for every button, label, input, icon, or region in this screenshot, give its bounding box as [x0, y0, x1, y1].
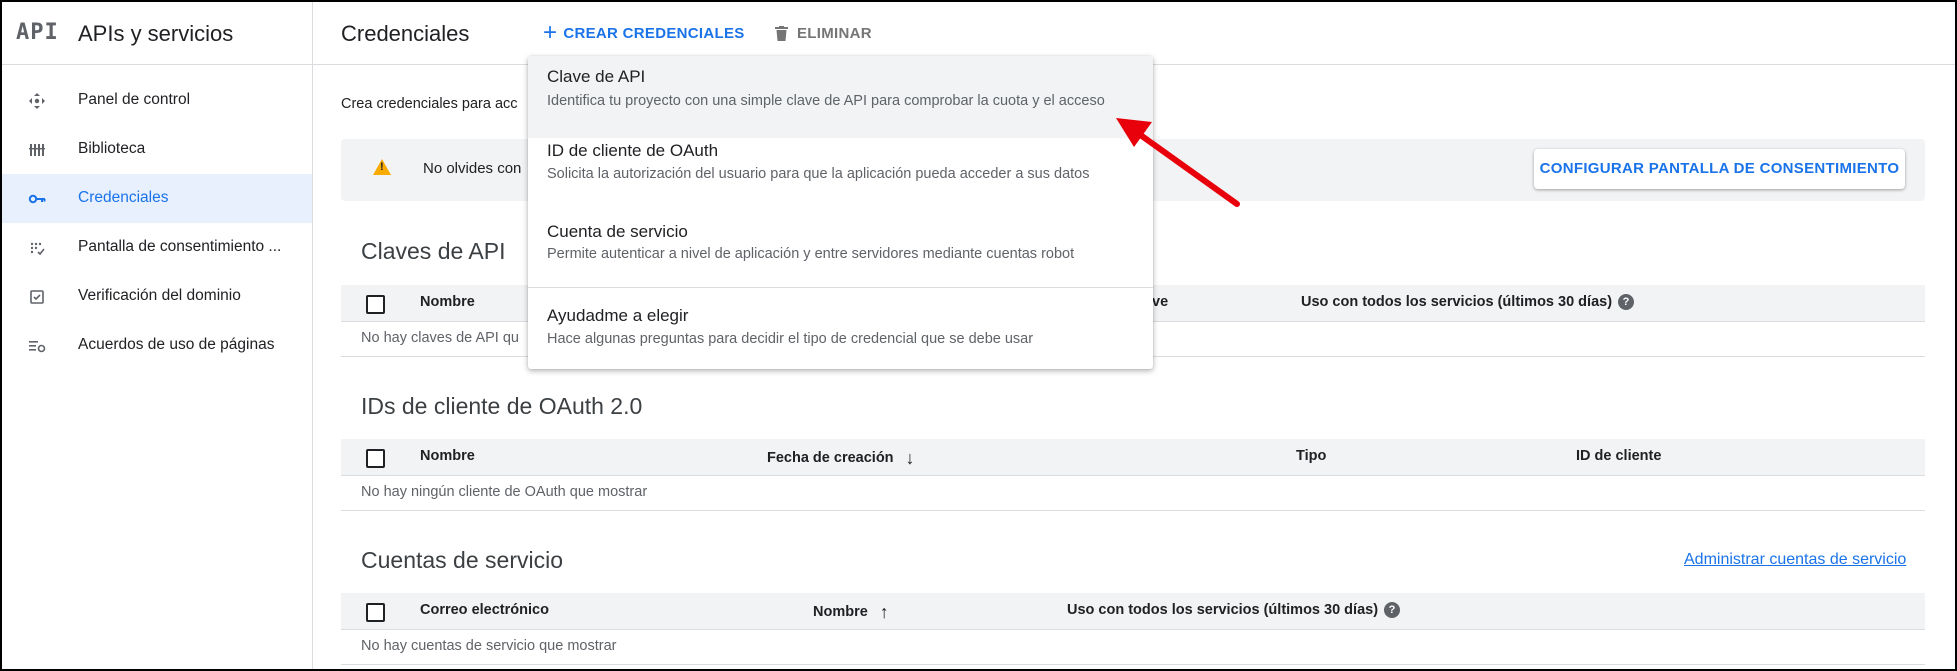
select-all-checkbox[interactable]: [366, 449, 385, 468]
empty-message: No hay claves de API qu: [361, 330, 519, 346]
select-all-checkbox[interactable]: [366, 295, 385, 314]
sidebar-item-biblioteca[interactable]: Biblioteca: [2, 125, 312, 174]
menu-item-api-key[interactable]: Clave de API Identifica tu proyecto con …: [528, 56, 1153, 138]
delete-button[interactable]: ELIMINAR: [775, 16, 872, 50]
page-title: Credenciales: [341, 21, 470, 46]
menu-item-help-me-choose[interactable]: Ayudadme a elegir Hace algunas preguntas…: [528, 297, 1153, 361]
column-header[interactable]: Nombre: [420, 448, 475, 464]
sidebar-item-verificacion-dominio[interactable]: Verificación del dominio: [2, 272, 312, 321]
arrow-up-icon: ↑: [879, 602, 889, 622]
create-credentials-menu: Clave de API Identifica tu proyecto con …: [528, 56, 1153, 369]
annotation-arrow: [1116, 118, 1240, 207]
sidebar-item-label: Verificación del dominio: [78, 287, 241, 304]
sidebar-item-pantalla-consentimiento[interactable]: Pantalla de consentimiento ...: [2, 223, 312, 272]
empty-message: No hay cuentas de servicio que mostrar: [361, 638, 617, 654]
library-icon: [28, 141, 46, 159]
empty-row: No hay cuentas de servicio que mostrar: [341, 629, 1925, 665]
create-credentials-label: CREAR CREDENCIALES: [563, 24, 745, 42]
sidebar-item-label: Panel de control: [78, 91, 191, 108]
help-icon[interactable]: ?: [1618, 294, 1635, 310]
api-keys-title: Claves de API: [361, 238, 506, 264]
manage-service-accounts-link[interactable]: Administrar cuentas de servicio: [1684, 551, 1906, 569]
menu-item-description: Identifica tu proyecto con una simple cl…: [547, 93, 1105, 109]
menu-item-service-account[interactable]: Cuenta de servicio Permite autenticar a …: [528, 218, 1153, 278]
menu-item-description: Hace algunas preguntas para decidir el t…: [547, 331, 1034, 347]
column-header[interactable]: Uso con todos los servicios (últimos 30 …: [1067, 602, 1401, 618]
menu-item-title: Ayudadme a elegir: [547, 306, 689, 325]
column-header[interactable]: ID de cliente: [1576, 448, 1661, 464]
column-header[interactable]: Tipo: [1296, 448, 1326, 464]
sidebar-item-credenciales[interactable]: Credenciales: [2, 174, 312, 223]
service-accounts-table-header: Correo electrónico Nombre ↑ Uso con todos…: [341, 593, 1925, 630]
menu-item-title: Clave de API: [547, 67, 646, 86]
configure-consent-screen-button[interactable]: CONFIGURAR PANTALLA DE CONSENTIMIENTO: [1534, 149, 1905, 189]
service-accounts-title: Cuentas de servicio: [361, 547, 563, 573]
help-icon[interactable]: ?: [1384, 602, 1401, 618]
column-header[interactable]: Correo electrónico: [420, 602, 549, 618]
trash-icon: [775, 25, 788, 41]
select-all-checkbox[interactable]: [366, 603, 385, 622]
empty-row: No hay ningún cliente de OAuth que mostr…: [341, 475, 1925, 511]
sidebar-item-label: Credenciales: [78, 189, 169, 206]
settings-list-icon: [28, 337, 46, 355]
sidebar-item-label: Pantalla de consentimiento ...: [78, 238, 282, 255]
intro-text: Crea credenciales para acc: [341, 96, 518, 112]
sidebar-item-label: Acuerdos de uso de páginas: [78, 336, 275, 353]
column-header-label: Uso con todos los servicios (últimos 30 …: [1301, 294, 1613, 310]
column-header-sorted[interactable]: Fecha de creación ↓: [767, 448, 915, 469]
sidebar-item-label: Biblioteca: [78, 140, 146, 157]
column-header-label: Fecha de creación: [767, 450, 894, 466]
warning-icon: [373, 159, 391, 175]
column-header[interactable]: ve: [1152, 294, 1168, 310]
column-header-sorted[interactable]: Nombre ↑: [813, 602, 889, 623]
menu-item-title: ID de cliente de OAuth: [547, 141, 719, 160]
consent-icon: [28, 239, 46, 257]
sidebar-item-acuerdos-uso[interactable]: Acuerdos de uso de páginas: [2, 321, 312, 370]
key-icon: [28, 190, 46, 208]
sidebar: API APIs y servicios Panel de control Bi…: [2, 2, 313, 669]
domain-check-icon: [28, 288, 46, 306]
warning-text: No olvides con: [423, 160, 522, 177]
menu-item-description: Permite autenticar a nivel de aplicación…: [547, 246, 1075, 262]
plus-icon: +: [543, 19, 558, 46]
menu-divider: [528, 287, 1153, 288]
menu-item-description: Solicita la autorización del usuario par…: [547, 166, 1090, 182]
arrow-down-icon: ↓: [905, 448, 915, 468]
menu-item-title: Cuenta de servicio: [547, 222, 688, 241]
oauth-table-header: Nombre Fecha de creación ↓ Tipo ID de cli…: [341, 439, 1925, 476]
column-header-label: Nombre: [813, 604, 868, 620]
sidebar-item-panel-de-control[interactable]: Panel de control: [2, 76, 312, 125]
oauth-title: IDs de cliente de OAuth 2.0: [361, 393, 643, 419]
app-title: APIs y servicios: [78, 21, 234, 46]
screenshot-frame: API APIs y servicios Panel de control Bi…: [0, 0, 1957, 671]
column-header[interactable]: Nombre: [420, 294, 475, 310]
column-header-label: Uso con todos los servicios (últimos 30 …: [1067, 602, 1379, 618]
api-logo: API: [16, 20, 59, 45]
column-header[interactable]: Uso con todos los servicios (últimos 30 …: [1301, 294, 1635, 310]
dashboard-icon: [28, 92, 46, 110]
menu-item-oauth-client-id[interactable]: ID de cliente de OAuth Solicita la autor…: [528, 138, 1153, 218]
empty-message: No hay ningún cliente de OAuth que mostr…: [361, 484, 648, 500]
create-credentials-button[interactable]: + CREAR CREDENCIALES: [543, 16, 745, 50]
brand-header: API APIs y servicios: [2, 2, 312, 65]
delete-label: ELIMINAR: [797, 24, 872, 42]
